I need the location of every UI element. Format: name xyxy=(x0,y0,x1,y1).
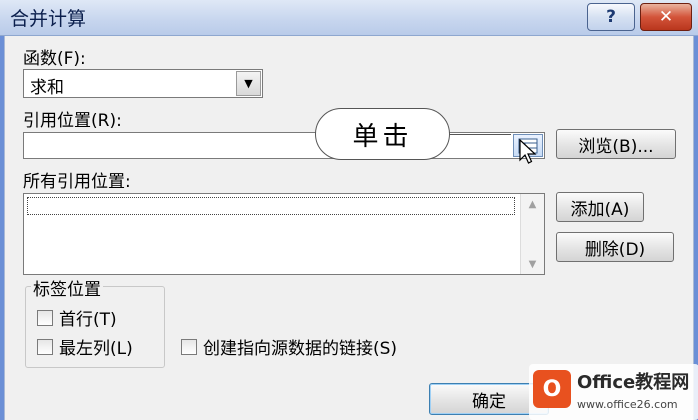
left-column-label: 最左列(L) xyxy=(59,339,133,359)
scroll-up-icon[interactable]: ▲ xyxy=(521,194,544,214)
watermark-title: Office教程网 xyxy=(577,372,690,393)
reference-label: 引用位置(R): xyxy=(23,111,122,131)
callout-bubble: 单击 xyxy=(315,108,450,160)
close-icon: ✕ xyxy=(658,7,674,27)
left-column-option[interactable]: 最左列(L) xyxy=(37,334,133,359)
create-links-label: 创建指向源数据的链接(S) xyxy=(203,339,398,359)
callout-leader-line xyxy=(449,134,511,135)
delete-label: 删除(D) xyxy=(584,239,646,260)
add-label: 添加(A) xyxy=(570,199,630,220)
top-row-label: 首行(T) xyxy=(59,310,117,330)
ok-label: 确定 xyxy=(472,391,506,412)
label-position-title: 标签位置 xyxy=(31,275,103,300)
create-links-checkbox[interactable] xyxy=(181,338,197,355)
dialog-body: 函数(F): 求和 ▼ 引用位置(R): 浏览(B)... 所有引用位置: ▲ … xyxy=(4,36,698,420)
create-links-option[interactable]: 创建指向源数据的链接(S) xyxy=(181,334,397,359)
browse-button[interactable]: 浏览(B)... xyxy=(556,129,676,159)
reference-input[interactable] xyxy=(23,132,545,159)
mouse-cursor-icon xyxy=(519,139,537,164)
function-selected-value: 求和 xyxy=(30,78,64,98)
watermark-url: www.office26.com xyxy=(577,398,678,411)
dropdown-arrow-icon[interactable]: ▼ xyxy=(236,71,261,96)
add-button[interactable]: 添加(A) xyxy=(556,192,644,222)
callout-text: 单击 xyxy=(352,121,413,152)
help-icon: ? xyxy=(606,7,616,27)
top-row-checkbox[interactable] xyxy=(37,309,53,326)
delete-button[interactable]: 删除(D) xyxy=(556,232,674,262)
scroll-down-icon[interactable]: ▼ xyxy=(521,254,544,274)
title-bar: 合并计算 ? ✕ xyxy=(0,0,698,36)
top-row-option[interactable]: 首行(T) xyxy=(37,305,117,330)
close-button[interactable]: ✕ xyxy=(640,3,692,31)
browse-label: 浏览(B)... xyxy=(578,136,654,157)
list-focus-rect xyxy=(27,197,515,215)
left-column-checkbox[interactable] xyxy=(37,338,53,355)
all-references-list[interactable]: ▲ ▼ xyxy=(23,193,545,275)
office-logo-icon: O xyxy=(533,370,571,408)
help-button[interactable]: ? xyxy=(587,3,635,31)
all-references-label: 所有引用位置: xyxy=(23,172,131,192)
function-label: 函数(F): xyxy=(23,49,86,69)
list-scrollbar[interactable]: ▲ ▼ xyxy=(520,194,544,274)
watermark: O Office教程网 www.office26.com xyxy=(529,364,698,420)
function-combobox[interactable]: 求和 ▼ xyxy=(23,69,263,98)
window-title: 合并计算 xyxy=(10,8,87,30)
